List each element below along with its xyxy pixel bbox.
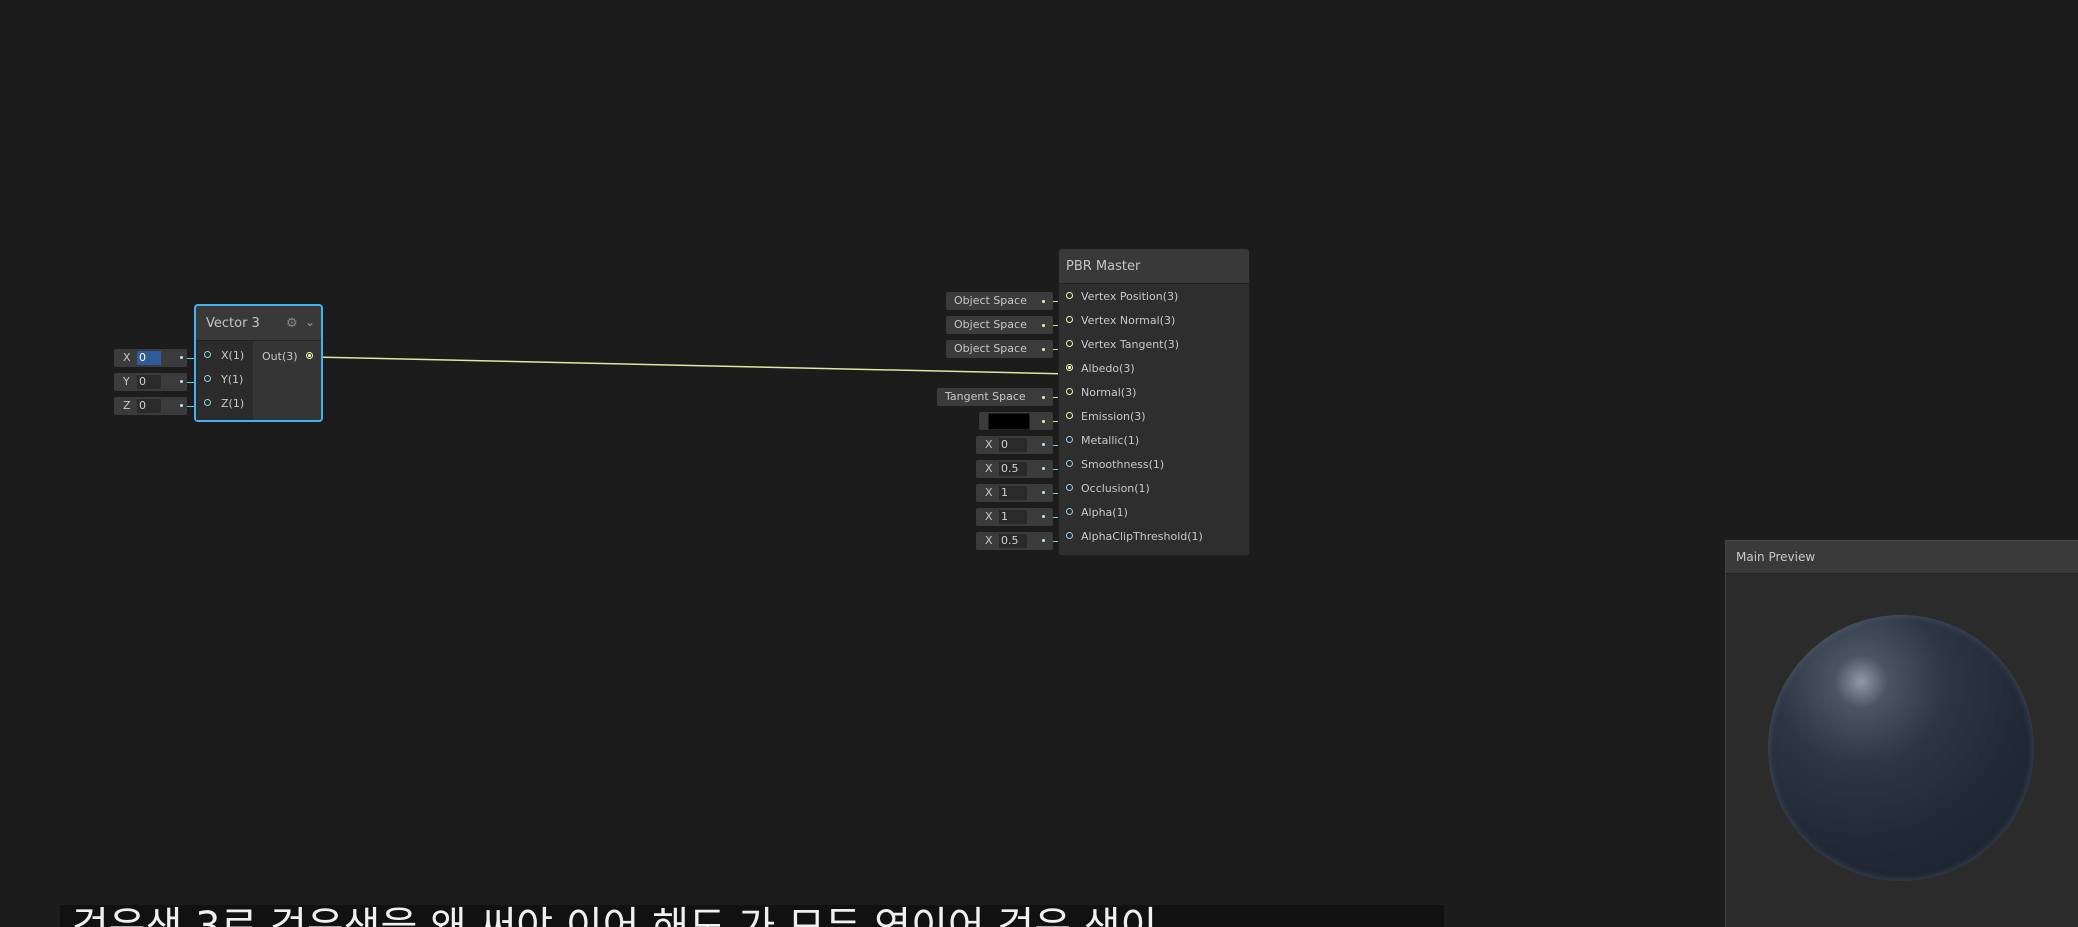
- input-port-emission[interactable]: [1066, 412, 1073, 419]
- connector-dot: [1042, 443, 1045, 446]
- axis-label: X: [985, 438, 993, 451]
- space-label: Object Space: [954, 342, 1027, 355]
- vector3-z-field[interactable]: Z 0: [114, 397, 187, 415]
- node-title: Vector 3: [206, 316, 260, 331]
- input-port-normal[interactable]: [1066, 388, 1073, 395]
- axis-label: X: [985, 534, 993, 547]
- port-label: Vertex Tangent(3): [1081, 338, 1180, 351]
- alpha-clip-threshold-field[interactable]: X 0.5: [976, 532, 1053, 550]
- y-axis-label: Y: [123, 375, 130, 388]
- x-value-input[interactable]: 0: [137, 351, 161, 365]
- z-axis-label: Z: [123, 399, 131, 412]
- vector3-x-field[interactable]: X 0: [114, 349, 187, 367]
- port-label: Emission(3): [1081, 410, 1146, 423]
- input-port-metallic[interactable]: [1066, 436, 1073, 443]
- vector3-node[interactable]: Vector 3 ⚙ ⌄ X(1) Y(1) Z(1) Out(3): [194, 304, 323, 422]
- connector-dot: [1042, 300, 1045, 303]
- subtitle-text: 검은색 3로 검은색을 왜 써야 이어 해도 가 모두 연이어 검은 색이: [72, 907, 1157, 927]
- input-port-z[interactable]: [204, 399, 211, 406]
- port-label-y: Y(1): [221, 373, 244, 386]
- port-label: Metallic(1): [1081, 434, 1140, 447]
- metallic-value-input[interactable]: 0: [999, 438, 1027, 452]
- vector3-y-field[interactable]: Y 0: [114, 373, 187, 391]
- pbr-input-ports: Vertex Position(3) Vertex Normal(3) Vert…: [1059, 284, 1249, 555]
- node-title: PBR Master: [1066, 259, 1141, 274]
- input-port-y[interactable]: [204, 375, 211, 382]
- axis-label: X: [985, 486, 993, 499]
- connector-dot: [180, 356, 183, 359]
- input-port-vertex-tangent[interactable]: [1066, 340, 1073, 347]
- chevron-down-icon[interactable]: ⌄: [305, 315, 315, 329]
- input-port-alpha[interactable]: [1066, 508, 1073, 515]
- port-label: Occlusion(1): [1081, 482, 1150, 495]
- port-label: Smoothness(1): [1081, 458, 1165, 471]
- port-label-z: Z(1): [221, 397, 245, 410]
- port-label: Normal(3): [1081, 386, 1137, 399]
- port-label: Alpha(1): [1081, 506, 1128, 519]
- node-header[interactable]: PBR Master: [1059, 249, 1249, 284]
- alpha-value-input[interactable]: 1: [999, 510, 1027, 524]
- vertex-normal-space-field[interactable]: Object Space: [946, 316, 1053, 334]
- emission-color-swatch[interactable]: [988, 413, 1030, 430]
- port-label: AlphaClipThreshold(1): [1081, 530, 1203, 543]
- smoothness-field[interactable]: X 0.5: [976, 460, 1053, 478]
- occlusion-value-input[interactable]: 1: [999, 486, 1027, 500]
- input-port-vertex-position[interactable]: [1066, 292, 1073, 299]
- gear-icon[interactable]: ⚙: [286, 316, 298, 331]
- input-port-vertex-normal[interactable]: [1066, 316, 1073, 323]
- port-label: Vertex Position(3): [1081, 290, 1179, 303]
- port-label-out: Out(3): [262, 350, 298, 363]
- vector3-to-albedo-edge[interactable]: [312, 356, 1071, 375]
- main-preview-panel[interactable]: Main Preview: [1725, 540, 2078, 927]
- alpha-field[interactable]: X 1: [976, 508, 1053, 526]
- input-port-albedo[interactable]: [1066, 364, 1073, 371]
- pbr-master-node[interactable]: PBR Master Vertex Position(3) Vertex Nor…: [1058, 248, 1250, 556]
- connector-dot: [1042, 539, 1045, 542]
- space-label: Object Space: [954, 294, 1027, 307]
- input-ports-panel: X(1) Y(1) Z(1): [196, 341, 253, 420]
- axis-label: X: [985, 462, 993, 475]
- space-label: Tangent Space: [945, 390, 1026, 403]
- connector-dot: [1042, 396, 1045, 399]
- output-ports-panel: Out(3): [253, 341, 321, 420]
- subtitle-bar: 검은색 3로 검은색을 왜 써야 이어 해도 가 모두 연이어 검은 색이: [60, 905, 1444, 927]
- space-label: Object Space: [954, 318, 1027, 331]
- preview-header[interactable]: Main Preview: [1726, 541, 2078, 574]
- node-header[interactable]: Vector 3 ⚙ ⌄: [196, 306, 321, 341]
- input-port-alpha-clip-threshold[interactable]: [1066, 532, 1073, 539]
- connector-dot: [1042, 348, 1045, 351]
- connector-dot: [1042, 491, 1045, 494]
- input-port-occlusion[interactable]: [1066, 484, 1073, 491]
- connector-dot: [1042, 515, 1045, 518]
- connector-dot: [1042, 324, 1045, 327]
- input-port-x[interactable]: [204, 351, 211, 358]
- connector-dot: [180, 380, 183, 383]
- input-port-smoothness[interactable]: [1066, 460, 1073, 467]
- x-axis-label: X: [123, 351, 131, 364]
- normal-space-field[interactable]: Tangent Space: [937, 388, 1053, 406]
- port-label-x: X(1): [221, 349, 245, 362]
- port-label: Albedo(3): [1081, 362, 1135, 375]
- vertex-position-space-field[interactable]: Object Space: [946, 292, 1053, 310]
- preview-sphere[interactable]: [1768, 615, 2034, 881]
- preview-title: Main Preview: [1736, 550, 1816, 564]
- z-value-input[interactable]: 0: [137, 399, 161, 413]
- connector-dot: [180, 404, 183, 407]
- metallic-field[interactable]: X 0: [976, 436, 1053, 454]
- vertex-tangent-space-field[interactable]: Object Space: [946, 340, 1053, 358]
- port-label: Vertex Normal(3): [1081, 314, 1176, 327]
- smoothness-value-input[interactable]: 0.5: [999, 462, 1027, 476]
- y-value-input[interactable]: 0: [137, 375, 161, 389]
- connector-dot: [1042, 420, 1045, 423]
- output-port-out[interactable]: [306, 352, 313, 359]
- occlusion-field[interactable]: X 1: [976, 484, 1053, 502]
- axis-label: X: [985, 510, 993, 523]
- alpha-clip-value-input[interactable]: 0.5: [999, 534, 1027, 548]
- connector-dot: [1042, 467, 1045, 470]
